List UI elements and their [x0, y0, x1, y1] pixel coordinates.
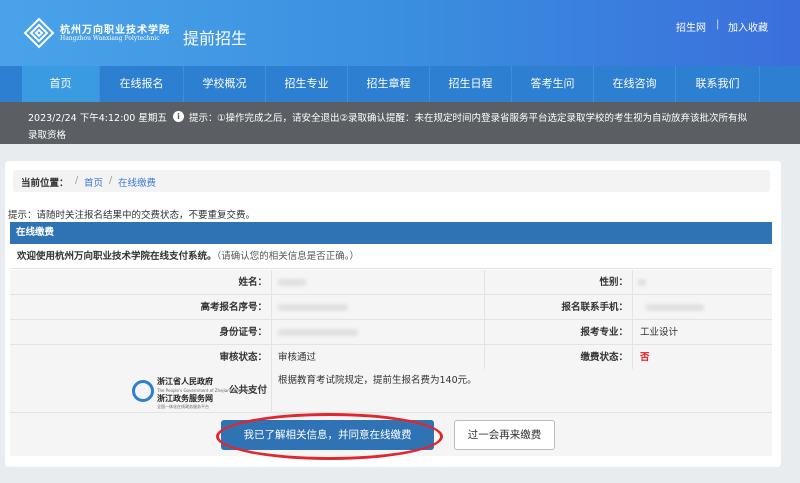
- notice-text: ①操作完成之后，请安全退出②录取确认提醒：未在规定时间内登录省服务平台选定录取学…: [217, 113, 748, 124]
- divider: [632, 270, 633, 295]
- review-status-label: 审核状态：: [219, 352, 267, 363]
- gov-service-subtitle: 全国一体化在线政务服务平台: [157, 404, 209, 409]
- link-divider: |: [716, 19, 720, 30]
- exam-number-redacted: [278, 304, 348, 311]
- agree-and-pay-button[interactable]: 我已了解相关信息，并同意在线缴费: [221, 420, 434, 450]
- breadcrumb-separator: /: [109, 175, 113, 186]
- divider: [271, 369, 272, 413]
- page-title: 提前招生: [183, 29, 248, 48]
- exam-number-label: 高考报名序号：: [200, 302, 267, 313]
- gender-value-redacted: [638, 279, 646, 286]
- section-header: 在线缴费: [10, 222, 772, 244]
- divider: [271, 320, 272, 345]
- divider: [484, 295, 485, 320]
- nav-item-school-overview[interactable]: 学校概况: [184, 66, 266, 102]
- payment-status-label: 缴费状态：: [580, 352, 628, 363]
- info-icon: i: [173, 111, 184, 122]
- gov-emblem-icon: [132, 380, 154, 402]
- name-value-redacted: [278, 279, 306, 286]
- welcome-message: 欢迎使用杭州万向职业技术学院在线支付系统。（请确认您的相关信息是否正确。）: [10, 244, 772, 269]
- divider: [632, 295, 633, 320]
- notice-text-cont: 录取资格: [28, 130, 67, 141]
- current-datetime: 2023/2/24 下午4:12:00 星期五: [28, 113, 167, 124]
- breadcrumb-home-link[interactable]: 首页: [84, 175, 103, 189]
- phone-label: 报名联系手机：: [561, 302, 628, 313]
- gov-name: 浙江省人民政府: [157, 376, 213, 386]
- nav-item-charter[interactable]: 招生章程: [348, 66, 430, 102]
- divider: [632, 320, 633, 345]
- info-row-id: 身份证号： 报考专业： 工业设计: [10, 320, 772, 345]
- payment-status-value: 否: [640, 352, 650, 363]
- info-row-status: 审核状态： 审核通过 缴费状态： 否: [10, 345, 772, 370]
- divider: [484, 320, 485, 345]
- site-header: 杭州万向职业技术学院 Hangzhou Wanxiang Polytechnic…: [0, 0, 800, 66]
- id-number-label: 身份证号：: [219, 327, 267, 338]
- nav-item-online-register[interactable]: 在线报名: [100, 66, 184, 102]
- gov-service-name: 浙江政务服务网: [157, 393, 213, 403]
- divider: [484, 270, 485, 295]
- payment-tip: 提示：请随时关注报名结果中的交费状态，不要重复交费。: [8, 210, 256, 221]
- divider: [271, 295, 272, 320]
- college-name-cn: 杭州万向职业技术学院: [60, 25, 170, 36]
- nav-item-contact[interactable]: 联系我们: [676, 66, 760, 102]
- breadcrumb: 当前位置： / 首页 / 在线缴费: [13, 170, 770, 192]
- divider: [271, 345, 272, 370]
- college-logo-icon: [23, 17, 55, 49]
- id-number-redacted: [278, 329, 358, 336]
- review-status-value: 审核通过: [278, 352, 317, 363]
- notice-bar: 2023/2/24 下午4:12:00 星期五 i 提示： ①操作完成之后，请安…: [0, 102, 800, 144]
- gender-label: 性别：: [599, 277, 628, 288]
- breadcrumb-current: 在线缴费: [118, 178, 157, 189]
- nav-item-consult[interactable]: 在线咨询: [594, 66, 676, 102]
- nav-item-majors[interactable]: 招生专业: [266, 66, 348, 102]
- main-nav: 首页 在线报名 学校概况 招生专业 招生章程 招生日程 答考生问 在线咨询 联系…: [0, 66, 800, 102]
- welcome-text: 欢迎使用杭州万向职业技术学院在线支付系统。: [17, 251, 217, 262]
- add-favorite-link[interactable]: 加入收藏: [728, 19, 768, 34]
- notice-label: 提示：: [189, 113, 218, 124]
- nav-item-faq[interactable]: 答考生问: [512, 66, 594, 102]
- breadcrumb-label: 当前位置：: [21, 178, 69, 189]
- info-row-name: 姓名： 性别：: [10, 270, 772, 295]
- divider: [632, 345, 633, 370]
- admissions-site-link[interactable]: 招生网: [676, 19, 706, 34]
- payment-method-row: 公共支付 根据教育考试院规定，提前生报名费为140元。: [10, 369, 772, 413]
- info-row-exam-number: 高考报名序号： 报名联系手机：: [10, 295, 772, 320]
- major-label: 报考专业：: [580, 327, 628, 338]
- fee-notice: 根据教育考试院规定，提前生报名费为140元。: [278, 375, 477, 386]
- welcome-note: （请确认您的相关信息是否正确。）: [216, 251, 360, 262]
- zhejiang-gov-service-logo: 浙江省人民政府 The People's Government of Zheji…: [132, 376, 251, 409]
- name-label: 姓名：: [238, 277, 267, 288]
- divider: [484, 345, 485, 370]
- phone-value-redacted: [646, 304, 704, 311]
- pay-later-button[interactable]: 过一会再来缴费: [454, 420, 555, 450]
- nav-item-schedule[interactable]: 招生日程: [430, 66, 512, 102]
- breadcrumb-separator: /: [75, 175, 79, 186]
- divider: [271, 270, 272, 295]
- major-value: 工业设计: [640, 327, 679, 338]
- nav-item-home[interactable]: 首页: [22, 66, 100, 102]
- college-name-en: Hangzhou Wanxiang Polytechnic: [60, 35, 160, 42]
